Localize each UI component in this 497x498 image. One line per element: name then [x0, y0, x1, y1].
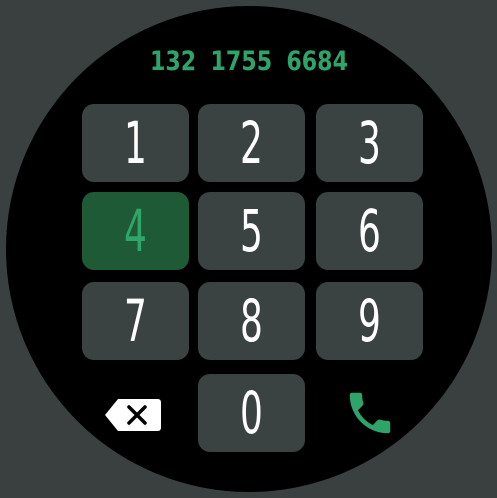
key-7[interactable]: 7: [82, 282, 189, 360]
key-5-label: 5: [240, 197, 263, 265]
key-6-label: 6: [358, 197, 381, 265]
watch-face: 132 1755 6684 1 2 3 4 5 6 7 8 9 0: [6, 6, 492, 492]
dialed-number: 132 1755 6684: [149, 46, 348, 77]
key-5[interactable]: 5: [198, 192, 305, 270]
key-4-label: 4: [124, 197, 147, 265]
key-6[interactable]: 6: [316, 192, 423, 270]
key-8[interactable]: 8: [198, 282, 305, 360]
key-7-label: 7: [124, 287, 147, 355]
key-2[interactable]: 2: [198, 104, 305, 182]
screen: 132 1755 6684 1 2 3 4 5 6 7 8 9 0: [0, 0, 497, 498]
backspace-button[interactable]: [96, 390, 170, 440]
call-button[interactable]: [334, 382, 406, 444]
backspace-icon: [105, 399, 161, 431]
phone-icon: [349, 392, 391, 434]
key-9-label: 9: [358, 287, 381, 355]
key-1-label: 1: [124, 109, 147, 177]
key-4[interactable]: 4: [82, 192, 189, 270]
key-1[interactable]: 1: [82, 104, 189, 182]
key-0-label: 0: [240, 379, 263, 447]
key-0[interactable]: 0: [198, 374, 305, 452]
key-3-label: 3: [358, 109, 381, 177]
key-9[interactable]: 9: [316, 282, 423, 360]
key-2-label: 2: [240, 109, 263, 177]
key-8-label: 8: [240, 287, 263, 355]
key-3[interactable]: 3: [316, 104, 423, 182]
